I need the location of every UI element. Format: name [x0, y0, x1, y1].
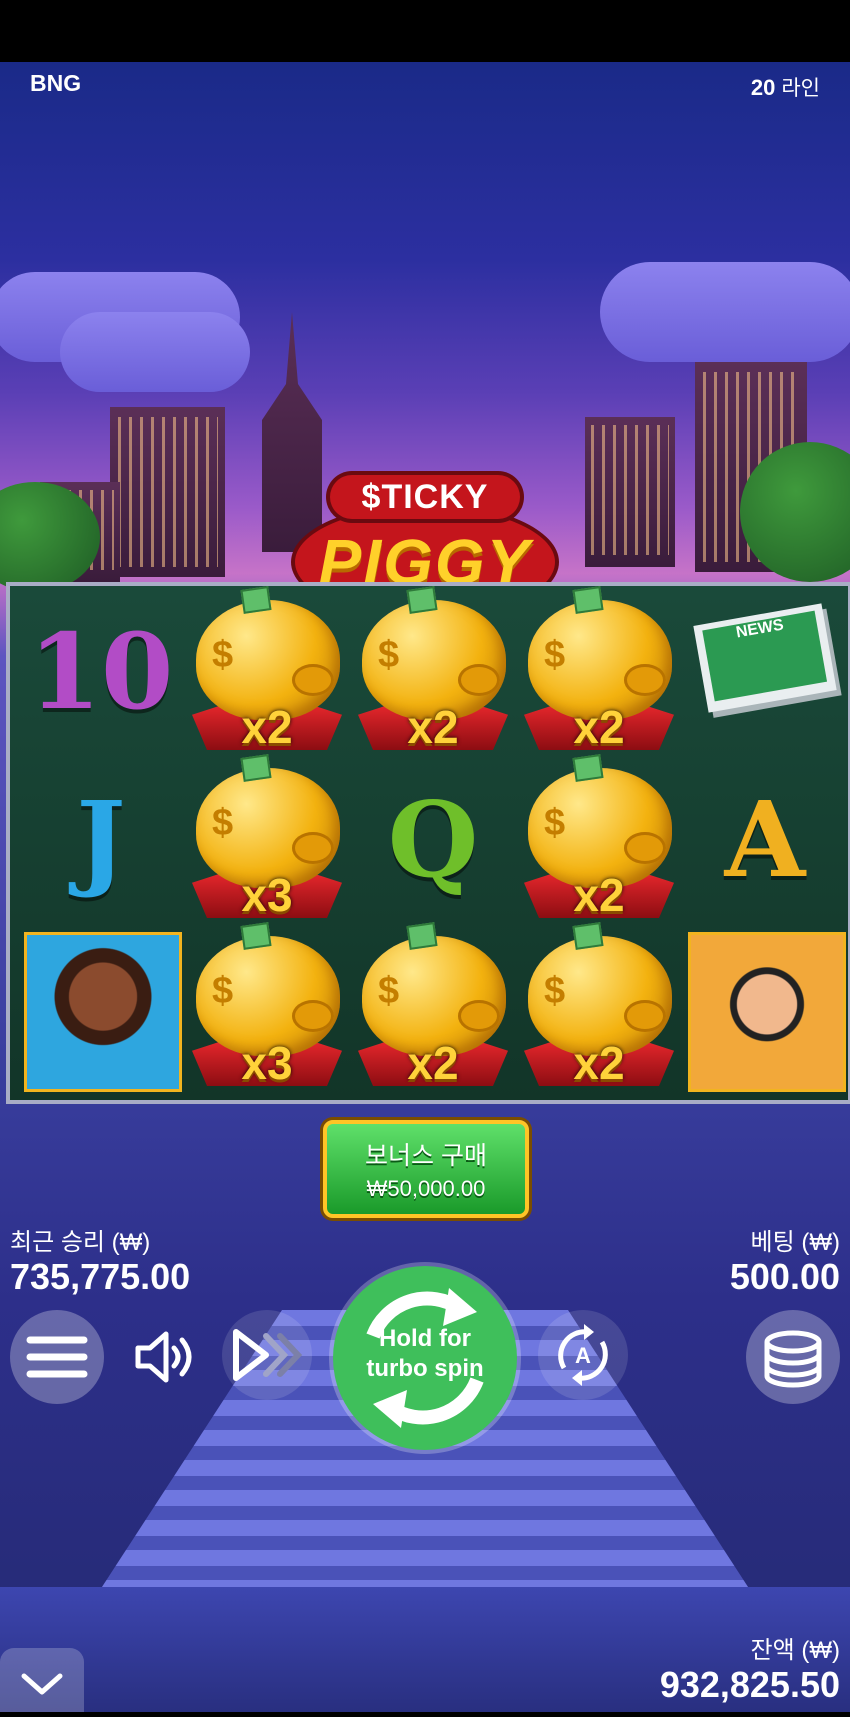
building [110, 407, 225, 577]
cash-icon [240, 754, 272, 782]
piggy-bank-symbol: $ x3 [184, 922, 350, 1092]
multiplier-label: x3 [241, 869, 293, 921]
symbol-10: 10 [18, 588, 184, 756]
multiplier-label: x2 [573, 1037, 625, 1089]
piggy-bank-symbol: $ x2 [516, 922, 682, 1092]
reel-grid: 10 J $ x2 $ x3 $ x3 $ x2 Q $ x2 $ x2 $ x2 $ x2 NEWS A [6, 582, 850, 1104]
spin-hint-line-2: turbo spin [366, 1355, 484, 1382]
bonus-buy-label: 보너스 구매 [365, 1142, 487, 1170]
symbol-A: A [682, 756, 848, 924]
cash-icon [406, 586, 438, 614]
last-win-value: 735,775.00 [10, 1256, 191, 1297]
spin-hint-line-1: Hold for [379, 1325, 471, 1352]
paylines-label: 20 라인 [751, 72, 820, 102]
menu-icon [26, 1336, 88, 1378]
logo-top-text: $TICKY [330, 475, 520, 519]
multiplier-label: x2 [407, 1037, 459, 1089]
turbo-button[interactable] [222, 1310, 312, 1400]
symbol-letter: J [76, 778, 126, 901]
paylines-text: 라인 [781, 77, 820, 100]
cash-icon [240, 922, 272, 950]
drawer-toggle[interactable] [0, 1648, 84, 1712]
turbo-icon [233, 1329, 303, 1381]
piggy-bank-symbol: $ x3 [184, 754, 350, 924]
bet-settings-button[interactable] [746, 1310, 840, 1404]
multiplier-label: x3 [241, 1037, 293, 1089]
symbol-letter: 10 [28, 610, 174, 733]
bonus-buy-price: ₩50,000.00 [366, 1176, 486, 1201]
piggy-bank-symbol: $ x2 [184, 586, 350, 756]
autoplay-button[interactable]: A [538, 1310, 628, 1400]
newspaper-headline: NEWS [702, 610, 828, 702]
newspaper-icon: NEWS [693, 603, 837, 713]
newspaper-scatter-symbol: NEWS [682, 588, 848, 756]
mustached-man-top-hat-icon [688, 932, 846, 1092]
autoplay-icon: A [558, 1324, 608, 1386]
sound-button[interactable] [128, 1322, 198, 1392]
last-win-label: 최근 승리 (₩) [10, 1229, 151, 1256]
bet-label: 베팅 (₩) [750, 1229, 840, 1256]
cash-icon [572, 922, 604, 950]
symbol-letter: Q [387, 778, 479, 901]
portrait-symbol-woman-with-crowbar [18, 924, 184, 1092]
svg-text:A: A [575, 1343, 591, 1368]
status-bar [0, 0, 850, 62]
portrait-symbol-mustached-man-top-hat [682, 924, 848, 1092]
balance-label: 잔액 (₩) [750, 1637, 840, 1664]
cash-icon [572, 754, 604, 782]
spin-hint: Hold for turbo spin [333, 1324, 517, 1384]
multiplier-label: x2 [573, 869, 625, 921]
spin-button[interactable]: Hold for turbo spin [333, 1266, 517, 1450]
piggy-bank-symbol: $ x2 [350, 922, 516, 1092]
bonus-buy-button[interactable]: 보너스 구매 ₩50,000.00 [323, 1120, 529, 1218]
menu-button[interactable] [10, 1310, 104, 1404]
multiplier-label: x2 [407, 701, 459, 753]
multiplier-label: x2 [241, 701, 293, 753]
multiplier-label: x2 [573, 701, 625, 753]
cloud [60, 312, 250, 392]
coins-icon [764, 1330, 822, 1388]
cash-icon [406, 922, 438, 950]
piggy-bank-symbol: $ x2 [516, 754, 682, 924]
symbol-J: J [18, 756, 184, 924]
chevron-down-icon [21, 1673, 63, 1695]
balance-value: 932,825.50 [659, 1664, 840, 1705]
provider-label: BNG [30, 70, 82, 96]
paylines-count: 20 [750, 75, 776, 100]
piggy-bank-symbol: $ x2 [516, 586, 682, 756]
symbol-Q: Q [350, 756, 516, 924]
building [585, 417, 675, 567]
cloud [600, 262, 850, 362]
cash-icon [572, 586, 604, 614]
piggy-bank-symbol: $ x2 [350, 586, 516, 756]
woman-with-crowbar-icon [24, 932, 182, 1092]
sound-icon [135, 1331, 192, 1383]
bet-value: 500.00 [729, 1256, 840, 1297]
symbol-letter: A [724, 778, 806, 901]
cash-icon [240, 586, 272, 614]
